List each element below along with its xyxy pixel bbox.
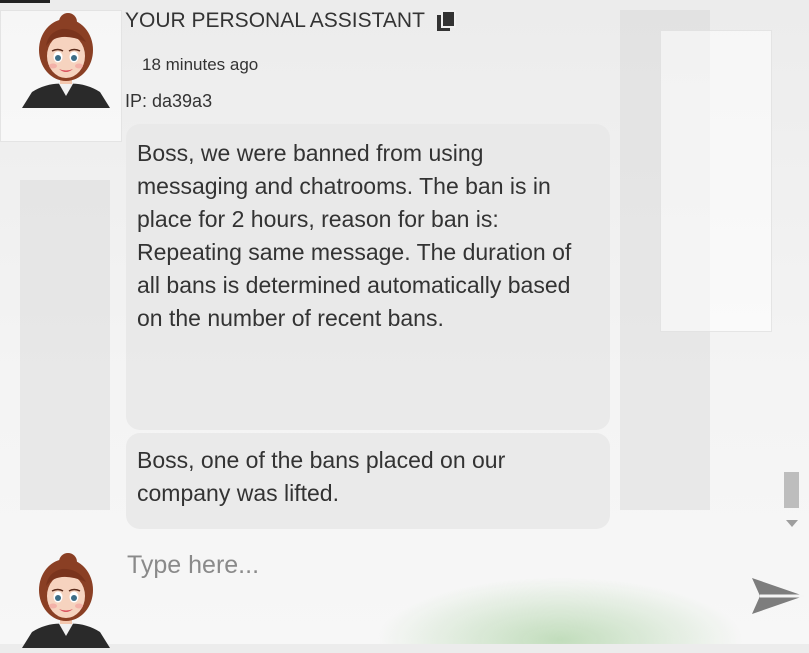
- message-bubble: Boss, one of the bans placed on our comp…: [126, 433, 610, 529]
- chat-scrollbar[interactable]: [781, 10, 803, 540]
- scrollbar-thumb[interactable]: [784, 472, 799, 508]
- chat-thread: YOUR PERSONAL ASSISTANT 18 minutes ago I…: [0, 0, 809, 540]
- copy-icon[interactable]: [435, 10, 457, 32]
- sender-name: YOUR PERSONAL ASSISTANT: [125, 9, 425, 32]
- sender-ip: IP: da39a3: [125, 91, 213, 111]
- user-avatar: [18, 552, 114, 648]
- message-composer: [0, 540, 809, 648]
- message-bubble: Boss, we were banned from using messagin…: [126, 124, 610, 430]
- send-icon[interactable]: [748, 572, 806, 620]
- chevron-down-icon[interactable]: [786, 520, 798, 527]
- message-header: YOUR PERSONAL ASSISTANT: [125, 9, 457, 33]
- message-timestamp: 18 minutes ago: [142, 55, 259, 74]
- assistant-avatar: [18, 12, 114, 108]
- message-input[interactable]: [125, 544, 729, 586]
